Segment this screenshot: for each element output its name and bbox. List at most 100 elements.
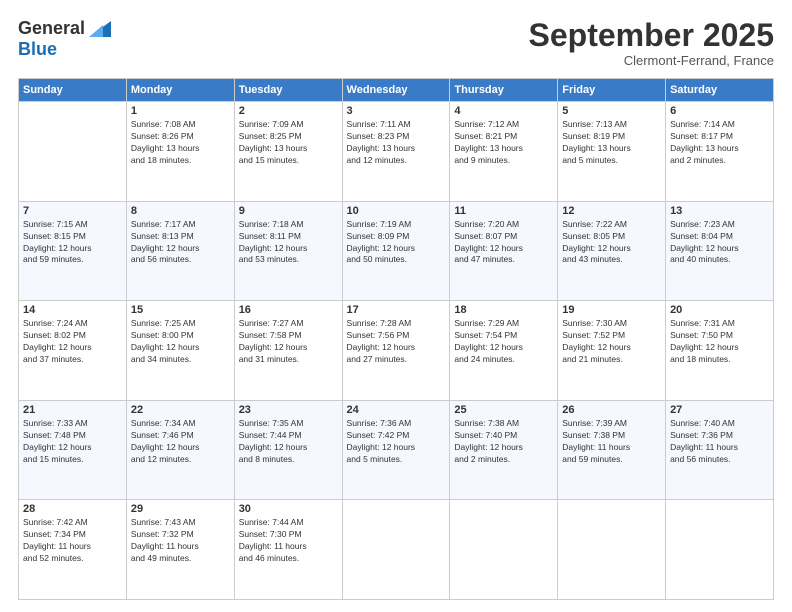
table-cell: 1 Sunrise: 7:08 AM Sunset: 8:26 PM Daylig…	[126, 102, 234, 202]
day-info: Sunrise: 7:33 AM Sunset: 7:48 PM Dayligh…	[23, 418, 122, 466]
day-info: Sunrise: 7:29 AM Sunset: 7:54 PM Dayligh…	[454, 318, 553, 366]
day-info: Sunrise: 7:13 AM Sunset: 8:19 PM Dayligh…	[562, 119, 661, 167]
table-cell	[666, 500, 774, 600]
table-cell: 13 Sunrise: 7:23 AM Sunset: 8:04 PM Dayli…	[666, 201, 774, 301]
table-cell: 20 Sunrise: 7:31 AM Sunset: 7:50 PM Dayli…	[666, 301, 774, 401]
day-number: 18	[454, 304, 553, 316]
table-cell: 21 Sunrise: 7:33 AM Sunset: 7:48 PM Dayli…	[19, 400, 127, 500]
logo-icon	[89, 21, 111, 37]
day-number: 19	[562, 304, 661, 316]
day-info: Sunrise: 7:30 AM Sunset: 7:52 PM Dayligh…	[562, 318, 661, 366]
week-row-0: 1 Sunrise: 7:08 AM Sunset: 8:26 PM Daylig…	[19, 102, 774, 202]
day-info: Sunrise: 7:27 AM Sunset: 7:58 PM Dayligh…	[239, 318, 338, 366]
table-cell: 28 Sunrise: 7:42 AM Sunset: 7:34 PM Dayli…	[19, 500, 127, 600]
day-number: 28	[23, 503, 122, 515]
day-info: Sunrise: 7:39 AM Sunset: 7:38 PM Dayligh…	[562, 418, 661, 466]
table-cell	[450, 500, 558, 600]
day-number: 23	[239, 404, 338, 416]
day-number: 25	[454, 404, 553, 416]
day-info: Sunrise: 7:25 AM Sunset: 8:00 PM Dayligh…	[131, 318, 230, 366]
day-info: Sunrise: 7:18 AM Sunset: 8:11 PM Dayligh…	[239, 219, 338, 267]
table-cell: 2Sunrise: 7:09 AM Sunset: 8:25 PM Daylig…	[234, 102, 342, 202]
day-number: 6	[670, 105, 769, 117]
logo: General Blue	[18, 18, 111, 60]
day-number: 3	[347, 105, 446, 117]
col-friday: Friday	[558, 79, 666, 102]
table-cell: 12 Sunrise: 7:22 AM Sunset: 8:05 PM Dayli…	[558, 201, 666, 301]
logo-general: General	[18, 18, 85, 39]
day-number: 26	[562, 404, 661, 416]
table-cell: 24 Sunrise: 7:36 AM Sunset: 7:42 PM Dayli…	[342, 400, 450, 500]
day-info: Sunrise: 7:11 AM Sunset: 8:23 PM Dayligh…	[347, 119, 446, 167]
day-info: Sunrise: 7:23 AM Sunset: 8:04 PM Dayligh…	[670, 219, 769, 267]
table-cell: 29 Sunrise: 7:43 AM Sunset: 7:32 PM Dayli…	[126, 500, 234, 600]
day-info: Sunrise: 7:12 AM Sunset: 8:21 PM Dayligh…	[454, 119, 553, 167]
calendar-header-row: Sunday Monday Tuesday Wednesday Thursday…	[19, 79, 774, 102]
week-row-1: 7 Sunrise: 7:15 AM Sunset: 8:15 PM Daylig…	[19, 201, 774, 301]
day-info: Sunrise: 7:31 AM Sunset: 7:50 PM Dayligh…	[670, 318, 769, 366]
day-info: Sunrise: 7:19 AM Sunset: 8:09 PM Dayligh…	[347, 219, 446, 267]
day-number: 8	[131, 205, 230, 217]
table-cell: 19 Sunrise: 7:30 AM Sunset: 7:52 PM Dayli…	[558, 301, 666, 401]
day-number: 4	[454, 105, 553, 117]
page: General Blue September 2025 Clermont-Fer…	[0, 0, 792, 612]
col-sunday: Sunday	[19, 79, 127, 102]
table-cell: 5 Sunrise: 7:13 AM Sunset: 8:19 PM Daylig…	[558, 102, 666, 202]
day-number: 27	[670, 404, 769, 416]
logo-blue: Blue	[18, 39, 57, 60]
table-cell	[342, 500, 450, 600]
table-cell: 7 Sunrise: 7:15 AM Sunset: 8:15 PM Daylig…	[19, 201, 127, 301]
day-number: 1	[131, 105, 230, 117]
week-row-2: 14 Sunrise: 7:24 AM Sunset: 8:02 PM Dayli…	[19, 301, 774, 401]
day-number: 5	[562, 105, 661, 117]
table-cell: 9 Sunrise: 7:18 AM Sunset: 8:11 PM Daylig…	[234, 201, 342, 301]
day-number: 10	[347, 205, 446, 217]
day-number: 12	[562, 205, 661, 217]
day-info: Sunrise: 7:42 AM Sunset: 7:34 PM Dayligh…	[23, 517, 122, 565]
table-cell: 26 Sunrise: 7:39 AM Sunset: 7:38 PM Dayli…	[558, 400, 666, 500]
day-number: 14	[23, 304, 122, 316]
col-thursday: Thursday	[450, 79, 558, 102]
day-number: 21	[23, 404, 122, 416]
day-info: Sunrise: 7:15 AM Sunset: 8:15 PM Dayligh…	[23, 219, 122, 267]
table-cell: 27 Sunrise: 7:40 AM Sunset: 7:36 PM Dayli…	[666, 400, 774, 500]
table-cell: 17 Sunrise: 7:28 AM Sunset: 7:56 PM Dayli…	[342, 301, 450, 401]
col-saturday: Saturday	[666, 79, 774, 102]
table-cell: 25Sunrise: 7:38 AM Sunset: 7:40 PM Dayli…	[450, 400, 558, 500]
day-info: Sunrise: 7:35 AM Sunset: 7:44 PM Dayligh…	[239, 418, 338, 466]
day-number: 24	[347, 404, 446, 416]
day-number: 7	[23, 205, 122, 217]
day-number: 9	[239, 205, 338, 217]
day-info: Sunrise: 7:40 AM Sunset: 7:36 PM Dayligh…	[670, 418, 769, 466]
day-info: Sunrise: 7:20 AM Sunset: 8:07 PM Dayligh…	[454, 219, 553, 267]
day-info: Sunrise: 7:28 AM Sunset: 7:56 PM Dayligh…	[347, 318, 446, 366]
table-cell: 8Sunrise: 7:17 AM Sunset: 8:13 PM Daylig…	[126, 201, 234, 301]
month-title: September 2025	[529, 18, 774, 53]
day-info: Sunrise: 7:36 AM Sunset: 7:42 PM Dayligh…	[347, 418, 446, 466]
day-info: Sunrise: 7:24 AM Sunset: 8:02 PM Dayligh…	[23, 318, 122, 366]
table-cell	[558, 500, 666, 600]
table-cell	[19, 102, 127, 202]
title-block: September 2025 Clermont-Ferrand, France	[529, 18, 774, 68]
col-wednesday: Wednesday	[342, 79, 450, 102]
table-cell: 6Sunrise: 7:14 AM Sunset: 8:17 PM Daylig…	[666, 102, 774, 202]
day-number: 20	[670, 304, 769, 316]
day-info: Sunrise: 7:43 AM Sunset: 7:32 PM Dayligh…	[131, 517, 230, 565]
day-number: 29	[131, 503, 230, 515]
col-monday: Monday	[126, 79, 234, 102]
week-row-3: 21 Sunrise: 7:33 AM Sunset: 7:48 PM Dayli…	[19, 400, 774, 500]
day-number: 17	[347, 304, 446, 316]
table-cell: 18 Sunrise: 7:29 AM Sunset: 7:54 PM Dayli…	[450, 301, 558, 401]
week-row-4: 28 Sunrise: 7:42 AM Sunset: 7:34 PM Dayli…	[19, 500, 774, 600]
table-cell: 4 Sunrise: 7:12 AM Sunset: 8:21 PM Daylig…	[450, 102, 558, 202]
day-number: 16	[239, 304, 338, 316]
day-info: Sunrise: 7:08 AM Sunset: 8:26 PM Dayligh…	[131, 119, 230, 167]
day-number: 13	[670, 205, 769, 217]
table-cell: 22Sunrise: 7:34 AM Sunset: 7:46 PM Dayli…	[126, 400, 234, 500]
table-cell: 16 Sunrise: 7:27 AM Sunset: 7:58 PM Dayli…	[234, 301, 342, 401]
day-info: Sunrise: 7:22 AM Sunset: 8:05 PM Dayligh…	[562, 219, 661, 267]
day-number: 2	[239, 105, 338, 117]
day-info: Sunrise: 7:44 AM Sunset: 7:30 PM Dayligh…	[239, 517, 338, 565]
col-tuesday: Tuesday	[234, 79, 342, 102]
day-info: Sunrise: 7:34 AM Sunset: 7:46 PM Dayligh…	[131, 418, 230, 466]
